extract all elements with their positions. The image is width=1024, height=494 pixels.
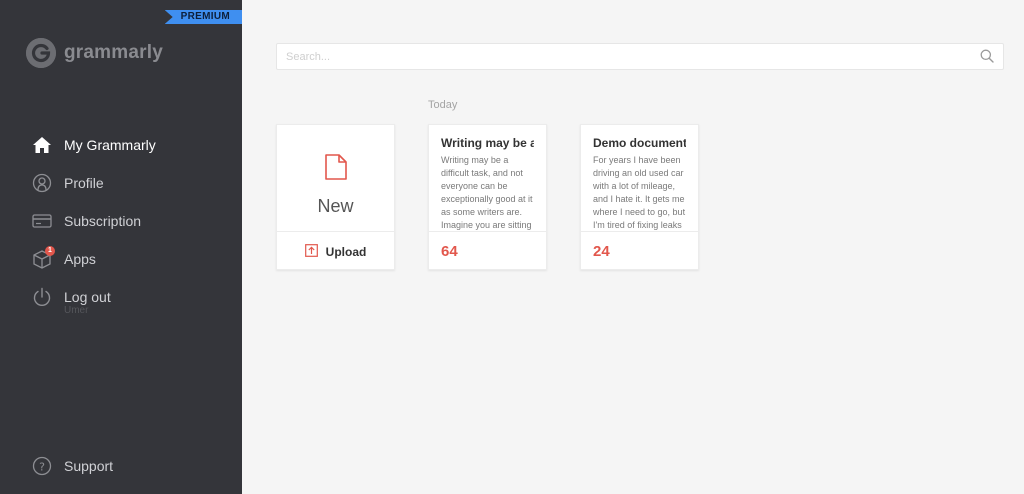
section-label-today: Today bbox=[428, 99, 458, 111]
user-name: Umer bbox=[64, 305, 89, 316]
new-document-button[interactable]: New bbox=[277, 125, 394, 231]
sidebar-item-subscription[interactable]: Subscription bbox=[0, 202, 242, 240]
premium-badge: PREMIUM bbox=[164, 10, 242, 24]
box-icon: 1 bbox=[32, 246, 55, 269]
new-document-card: New Upload bbox=[276, 124, 395, 270]
document-score: 24 bbox=[581, 231, 698, 271]
sidebar-item-profile[interactable]: Profile bbox=[0, 164, 242, 202]
document-preview: Writing may be a Writing may be a diffic… bbox=[429, 125, 546, 231]
sidebar-nav: My Grammarly Profile Subscription 1 Apps… bbox=[0, 126, 242, 316]
svg-text:?: ? bbox=[39, 461, 45, 474]
document-excerpt: For years I have been driving an old use… bbox=[593, 155, 686, 230]
upload-button[interactable]: Upload bbox=[277, 231, 394, 271]
document-title: Writing may be a bbox=[441, 136, 534, 150]
sidebar-item-label: Profile bbox=[64, 175, 104, 191]
power-icon bbox=[32, 287, 52, 307]
sidebar-item-label: Apps bbox=[64, 251, 96, 267]
sidebar-item-support[interactable]: ? Support bbox=[32, 456, 113, 476]
document-title: Demo document bbox=[593, 136, 686, 150]
apps-notification-badge: 1 bbox=[45, 246, 55, 256]
home-icon bbox=[32, 135, 52, 155]
search-input[interactable] bbox=[277, 44, 967, 69]
support-label: Support bbox=[64, 458, 114, 474]
credit-card-icon bbox=[32, 211, 52, 231]
document-preview: Demo document For years I have been driv… bbox=[581, 125, 698, 231]
grammarly-logo-icon bbox=[26, 38, 56, 68]
sidebar-item-my-grammarly[interactable]: My Grammarly bbox=[0, 126, 242, 164]
document-card[interactable]: Demo document For years I have been driv… bbox=[580, 124, 699, 270]
sidebar-item-label: Subscription bbox=[64, 213, 142, 229]
new-document-icon bbox=[324, 153, 348, 186]
upload-label: Upload bbox=[325, 244, 367, 259]
sidebar-item-label: My Grammarly bbox=[64, 137, 156, 153]
grammarly-logo[interactable]: grammarly bbox=[26, 38, 163, 68]
sidebar-item-label: Log out bbox=[64, 289, 111, 305]
sidebar-item-log-out[interactable]: Log out bbox=[0, 278, 242, 316]
logo-text: grammarly bbox=[64, 42, 163, 63]
document-excerpt: Writing may be a difficult task, and not… bbox=[441, 155, 533, 230]
new-document-label: New bbox=[317, 196, 354, 216]
search-bar bbox=[276, 43, 1004, 70]
sidebar-item-apps[interactable]: 1 Apps bbox=[0, 240, 242, 278]
sidebar: PREMIUM grammarly My Grammarly Profile S… bbox=[0, 0, 242, 494]
document-card[interactable]: Writing may be a Writing may be a diffic… bbox=[428, 124, 547, 270]
document-score: 64 bbox=[429, 231, 546, 271]
profile-icon bbox=[32, 173, 52, 193]
help-icon: ? bbox=[32, 456, 52, 476]
search-icon[interactable] bbox=[980, 49, 994, 68]
upload-icon bbox=[304, 243, 318, 260]
